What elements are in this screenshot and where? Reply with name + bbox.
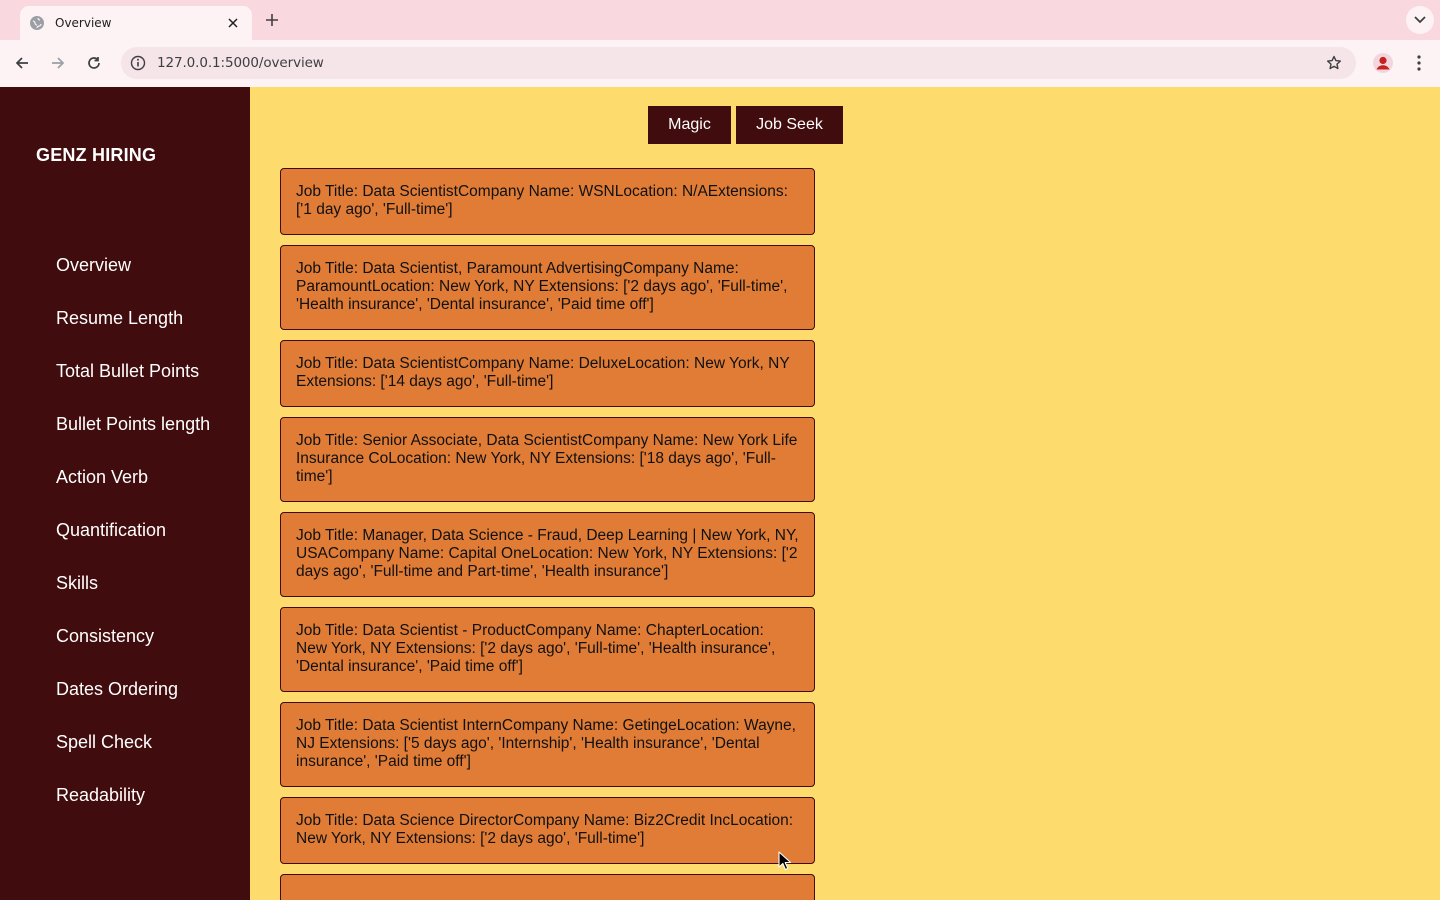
sidebar-link-dates-ordering[interactable]: Dates Ordering <box>56 679 178 699</box>
sidebar-item-total-bullet-points: Total Bullet Points <box>56 361 210 414</box>
magic-button[interactable]: Magic <box>648 106 731 144</box>
sidebar-link-overview[interactable]: Overview <box>56 255 131 275</box>
action-buttons: Magic Job Seek <box>648 106 843 144</box>
job-card: Job Title: Data ScientistCompany Name: D… <box>280 340 815 407</box>
plus-icon[interactable] <box>261 9 283 31</box>
address-bar[interactable]: 127.0.0.1:5000/overview <box>121 47 1356 79</box>
sidebar-nav: Overview Resume Length Total Bullet Poin… <box>56 255 210 838</box>
sidebar-link-skills[interactable]: Skills <box>56 573 98 593</box>
chevron-down-icon[interactable] <box>1406 6 1434 34</box>
globe-icon <box>30 16 44 30</box>
job-card: Job Title: Data Scientist - ProductCompa… <box>280 607 815 692</box>
sidebar-item-spell-check: Spell Check <box>56 732 210 785</box>
back-arrow-icon[interactable] <box>9 50 35 76</box>
sidebar: GENZ HIRING Overview Resume Length Total… <box>0 87 250 900</box>
url-text: 127.0.0.1:5000/overview <box>157 55 324 71</box>
job-card: Job Title: Data Science DirectorCompany … <box>280 797 815 864</box>
sidebar-link-quantification[interactable]: Quantification <box>56 520 166 540</box>
job-seek-button[interactable]: Job Seek <box>736 106 843 144</box>
sidebar-link-consistency[interactable]: Consistency <box>56 626 154 646</box>
sidebar-item-action-verb: Action Verb <box>56 467 210 520</box>
kebab-menu-icon[interactable] <box>1408 50 1430 76</box>
sidebar-link-total-bullet-points[interactable]: Total Bullet Points <box>56 361 199 381</box>
profile-icon[interactable] <box>1370 50 1396 76</box>
sidebar-link-readability[interactable]: Readability <box>56 785 145 805</box>
mouse-cursor-icon <box>778 851 792 876</box>
sidebar-item-dates-ordering: Dates Ordering <box>56 679 210 732</box>
sidebar-item-quantification: Quantification <box>56 520 210 573</box>
sidebar-item-readability: Readability <box>56 785 210 838</box>
forward-arrow-icon[interactable] <box>45 50 71 76</box>
sidebar-link-bullet-points-length[interactable]: Bullet Points length <box>56 414 210 434</box>
job-card: Job Title: Data ScientistCompany Name: W… <box>280 168 815 235</box>
job-card: Job Title: Senior Associate, Data Scient… <box>280 417 815 502</box>
star-icon[interactable] <box>1322 51 1346 75</box>
reload-icon[interactable] <box>81 50 107 76</box>
job-card: Job Title: Data Scientist InternCompany … <box>280 702 815 787</box>
browser-tab-strip: Overview <box>0 0 1440 40</box>
sidebar-link-action-verb[interactable]: Action Verb <box>56 467 148 487</box>
sidebar-item-skills: Skills <box>56 573 210 626</box>
sidebar-item-overview: Overview <box>56 255 210 308</box>
sidebar-link-spell-check[interactable]: Spell Check <box>56 732 152 752</box>
sidebar-item-consistency: Consistency <box>56 626 210 679</box>
job-card: Job Title: Data Scientist, Paramount Adv… <box>280 245 815 330</box>
tab-title: Overview <box>55 16 112 30</box>
job-card: Job Title: Manager, Data Science - Fraud… <box>280 512 815 597</box>
sidebar-item-resume-length: Resume Length <box>56 308 210 361</box>
job-list: Job Title: Data ScientistCompany Name: W… <box>280 168 815 900</box>
sidebar-item-bullet-points-length: Bullet Points length <box>56 414 210 467</box>
close-icon[interactable] <box>224 14 242 32</box>
sidebar-link-resume-length[interactable]: Resume Length <box>56 308 183 328</box>
browser-tab[interactable]: Overview <box>20 6 252 40</box>
job-card <box>280 874 815 900</box>
info-icon[interactable] <box>121 47 155 79</box>
brand-logo-text: GENZ HIRING <box>36 145 157 165</box>
